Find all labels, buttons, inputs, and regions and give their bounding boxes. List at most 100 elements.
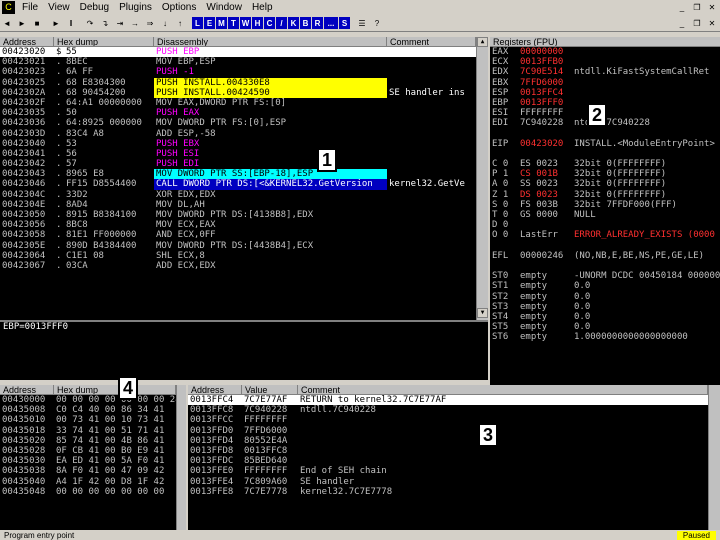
execute-till-return-icon[interactable]: ⇒ xyxy=(143,17,157,30)
disassembly-scrollbar[interactable]: ▲ ▼ xyxy=(476,37,488,320)
disassembly-row[interactable]: 0042305E. 890D B4384400 MOV DWORD PTR DS:[… xyxy=(0,241,476,251)
disassembly-row[interactable]: 00423025. 68 E8304300 PUSH INSTALL.004330E… xyxy=(0,77,476,88)
dump-row[interactable]: 00430000 00 00 00 00 00 00 00 24 40 xyxy=(0,395,176,405)
register-row[interactable]: ESP 0013FFC4 xyxy=(490,88,720,98)
stack-row[interactable]: 0013FFC8 7C940228 ntdll.7C940228 xyxy=(188,405,708,415)
disassembly-row[interactable]: 00423050. 8915 B8384100 MOV DWORD PTR DS:[… xyxy=(0,210,476,220)
disassembly-row[interactable]: 00423043. 8965 E8 MOV DWORD PTR SS:[EBP-18… xyxy=(0,169,476,180)
handles-window-button[interactable]: H xyxy=(252,17,263,29)
disassembly-pane[interactable]: Address Hex dump Disassembly Comment 004… xyxy=(0,37,476,320)
register-row[interactable]: ST1 empty 0.0 xyxy=(490,281,720,291)
open-icon[interactable]: ◄ xyxy=(0,17,14,30)
restart-icon[interactable]: ► xyxy=(15,17,29,30)
stack-col-address[interactable]: Address xyxy=(188,385,242,394)
register-row[interactable] xyxy=(490,241,720,251)
stack-row[interactable]: 0013FFDC 85BED640 xyxy=(188,456,708,466)
col-comment[interactable]: Comment xyxy=(387,37,476,46)
col-disassembly[interactable]: Disassembly xyxy=(154,37,387,46)
register-row[interactable]: EBX 7FFD6000 xyxy=(490,78,720,88)
disassembly-row[interactable]: 00423041. 56 PUSH ESI xyxy=(0,149,476,159)
stack-row[interactable]: 0013FFE4 7C809A60 SE handler xyxy=(188,477,708,487)
stack-row[interactable]: 0013FFD8 0013FFC8 xyxy=(188,446,708,456)
col-hex-dump[interactable]: Hex dump xyxy=(54,37,154,46)
close-program-icon[interactable]: ■ xyxy=(30,17,44,30)
dump-row[interactable]: 00435030 EA ED 41 00 5A F0 41 xyxy=(0,456,176,466)
disassembly-row[interactable]: 00423058. 81E1 FF000000 AND ECX,0FF xyxy=(0,230,476,240)
register-row[interactable] xyxy=(490,261,720,271)
menu-plugins[interactable]: Plugins xyxy=(114,2,157,13)
dump-pane[interactable]: Address Hex dump 00430000 00 00 00 00 00 … xyxy=(0,385,176,530)
disassembly-row[interactable]: 00423056. 8BC8 MOV ECX,EAX xyxy=(0,220,476,230)
register-row[interactable]: ST6 empty 1.0000000000000000000 xyxy=(490,332,720,342)
register-row[interactable]: EDX 7C90E514 ntdll.KiFastSystemCallRet xyxy=(490,67,720,77)
dump-scrollbar[interactable] xyxy=(176,385,186,530)
windows-window-button[interactable]: W xyxy=(240,17,251,29)
run-icon[interactable]: ► xyxy=(49,17,63,30)
col-address[interactable]: Address xyxy=(0,37,54,46)
register-row[interactable]: ST0 empty -UNORM DCDC 00450184 00000000 xyxy=(490,271,720,281)
stack-pane[interactable]: Address Value Comment 0013FFC4 7C7E77AF RE… xyxy=(188,385,708,530)
dump-col-hex[interactable]: Hex dump xyxy=(54,385,176,394)
doc-minimize-icon[interactable]: _ xyxy=(675,17,689,30)
disassembly-row[interactable]: 00423046. FF15 D8554400 CALL DWORD PTR DS:… xyxy=(0,179,476,190)
register-row[interactable] xyxy=(490,149,720,159)
cpu-window-button[interactable]: C xyxy=(264,17,275,29)
dump-row[interactable]: 00435020 85 74 41 00 4B 86 41 xyxy=(0,436,176,446)
register-row[interactable]: ST3 empty 0.0 xyxy=(490,302,720,312)
close-icon[interactable]: ✕ xyxy=(705,1,719,14)
help-icon[interactable]: ? xyxy=(370,17,384,30)
stack-row[interactable]: 0013FFD4 80552E4A xyxy=(188,436,708,446)
log-window-button[interactable]: L xyxy=(192,17,203,29)
modules-window-button[interactable]: E xyxy=(204,17,215,29)
dump-row[interactable]: 00435040 A4 1F 42 00 D8 1F 42 xyxy=(0,477,176,487)
menu-window[interactable]: Window xyxy=(201,2,247,13)
register-row[interactable]: A 0 SS 0023 32bit 0(FFFFFFFF) xyxy=(490,179,720,189)
goto-origin-icon[interactable]: ↑ xyxy=(173,17,187,30)
stack-row[interactable]: 0013FFE0 FFFFFFFF End of SEH chain xyxy=(188,466,708,476)
stack-row[interactable]: 0013FFC4 7C7E77AF RETURN to kernel32.7C7E7… xyxy=(188,395,708,406)
scroll-track[interactable] xyxy=(477,47,488,308)
disassembly-row[interactable]: 00423020 $55 PUSH EBP xyxy=(0,47,476,58)
register-row[interactable]: D 0 xyxy=(490,220,720,230)
disassembly-row[interactable]: 00423067. 03CA ADD ECX,EDX xyxy=(0,261,476,271)
disassembly-row[interactable]: 0042304C. 33D2 XOR EDX,EDX xyxy=(0,190,476,200)
breakpoints-button[interactable]: B xyxy=(300,17,311,29)
doc-close-icon[interactable]: ✕ xyxy=(705,17,719,30)
disassembly-row[interactable]: 00423035. 50 PUSH EAX xyxy=(0,108,476,118)
register-row[interactable]: ST4 empty 0.0 xyxy=(490,312,720,322)
disassembly-row[interactable]: 00423042. 57 PUSH EDI xyxy=(0,159,476,169)
restore-icon[interactable]: ❐ xyxy=(690,1,704,14)
register-row[interactable]: T 0 GS 0000 NULL xyxy=(490,210,720,220)
minimize-icon[interactable]: _ xyxy=(675,1,689,14)
register-row[interactable]: ECX 0013FFB0 xyxy=(490,57,720,67)
stack-scrollbar[interactable] xyxy=(708,385,720,530)
memory-window-button[interactable]: M xyxy=(216,17,227,29)
registers-pane[interactable]: Registers (FPU) EAX 00000000 ECX 0013FFB0 ED… xyxy=(490,37,720,385)
source-button[interactable]: S xyxy=(339,17,350,29)
dump-col-address[interactable]: Address xyxy=(0,385,54,394)
register-row[interactable]: P 1 CS 001B 32bit 0(FFFFFFFF) xyxy=(490,169,720,179)
menu-options[interactable]: Options xyxy=(157,2,201,13)
dump-row[interactable]: 00435038 8A F0 41 00 47 09 42 xyxy=(0,466,176,476)
stack-row[interactable]: 0013FFCC FFFFFFFF xyxy=(188,415,708,425)
call-stack-button[interactable]: K xyxy=(288,17,299,29)
stack-row[interactable]: 0013FFE8 7C7E7778 kernel32.7C7E7778 xyxy=(188,487,708,497)
menu-debug[interactable]: Debug xyxy=(75,2,114,13)
disassembly-row[interactable]: 0042304E. 8AD4 MOV DL,AH xyxy=(0,200,476,210)
disassembly-row[interactable]: 0042302F. 64:A1 00000000 MOV EAX,DWORD PTR… xyxy=(0,98,476,108)
disassembly-row[interactable]: 00423023. 6A FF PUSH -1 xyxy=(0,67,476,77)
disassembly-row[interactable]: 00423064. C1E1 08 SHL ECX,8 xyxy=(0,251,476,261)
register-row[interactable]: ST2 empty 0.0 xyxy=(490,292,720,302)
register-row[interactable]: ST5 empty 0.0 xyxy=(490,322,720,332)
menu-help[interactable]: Help xyxy=(247,2,278,13)
references-button[interactable]: R xyxy=(312,17,323,29)
scroll-up-icon[interactable]: ▲ xyxy=(477,37,488,47)
disassembly-row[interactable]: 00423040. 53 PUSH EBX xyxy=(0,139,476,149)
disassembly-row[interactable]: 0042303D. 83C4 A8 ADD ESP,-58 xyxy=(0,129,476,139)
dump-row[interactable]: 00435028 0F CB 41 00 B0 E9 41 xyxy=(0,446,176,456)
scroll-down-icon[interactable]: ▼ xyxy=(477,308,488,318)
list-icon[interactable]: ☰ xyxy=(355,17,369,30)
step-over-icon[interactable]: ↴ xyxy=(98,17,112,30)
register-row[interactable]: C 0 ES 0023 32bit 0(FFFFFFFF) xyxy=(490,159,720,169)
stack-row[interactable]: 0013FFD0 7FFD6000 xyxy=(188,426,708,436)
